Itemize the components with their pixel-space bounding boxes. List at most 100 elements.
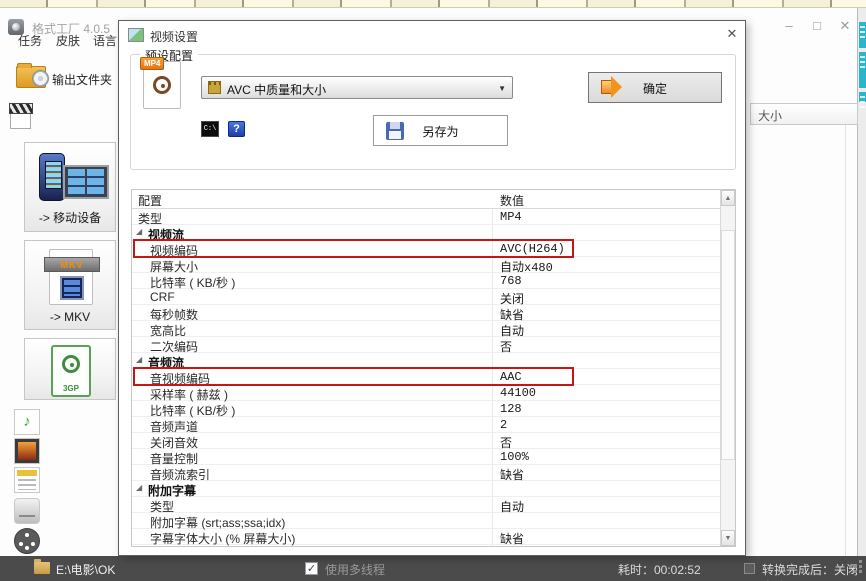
table-rows: 类型MP4◢视频流视频编码AVC(H264)屏幕大小自动x480比特率 ( KB… [132,209,720,546]
config-section-row[interactable]: ◢视频流 [132,225,720,241]
convert-to-mkv-button[interactable]: MKV -> MKV [24,240,116,330]
table-scrollbar[interactable]: ▲ ▼ [720,190,735,546]
menu-language[interactable]: 语言 [89,30,121,51]
config-row[interactable]: 二次编码否 [132,337,720,353]
close-button[interactable]: ✕ [834,17,856,34]
config-row[interactable]: 宽高比自动 [132,321,720,337]
dialog-title: 视频设置 [150,28,198,45]
size-column-header[interactable]: 大小 [750,103,846,125]
convert-to-3gp-button[interactable]: 3GP [24,338,116,400]
multithread-label[interactable]: 使用多线程 [325,561,385,578]
video-clapper-icon[interactable] [10,104,31,129]
config-row[interactable]: 音频流索引缺省 [132,465,720,481]
section-expand-icon[interactable]: ◢ [136,227,142,236]
config-column-header: 配置 [138,192,162,209]
shutdown-label[interactable]: 转换完成后：关闭电脑 [762,561,866,581]
config-row[interactable]: 类型MP4 [132,209,720,225]
value-column-header: 数值 [500,192,524,209]
preset-dropdown[interactable]: AVC 中质量和大小 ▼ [201,76,513,99]
config-section-row[interactable]: ◢音频流 [132,353,720,369]
config-value: 768 [500,274,522,288]
empty-column-header [845,103,858,125]
screen: 格式工厂 4.0.5 – □ ✕ 任务 皮肤 语言 输出文件夹 -> 移动设备 … [0,0,866,581]
background-window-fragment [859,92,866,102]
scrollbar-thumb[interactable] [721,230,735,460]
film-icon [208,81,221,94]
elapsed-time: 耗时：00:02:52 [618,561,701,578]
config-row[interactable]: 附加字幕 (srt;ass;ssa;idx) [132,513,720,529]
dialog-close-icon[interactable]: ✕ [722,25,742,43]
ok-button-label: 确定 [589,80,721,97]
rom-device-category-icon[interactable] [14,498,40,524]
film-reel-icon [153,76,171,94]
output-path-folder-icon[interactable] [34,562,50,574]
config-row[interactable]: 音量控制100% [132,449,720,465]
config-section-row[interactable]: ◢附加字幕 [132,481,720,497]
config-value: 2 [500,418,507,432]
config-table: 配置 数值 类型MP4◢视频流视频编码AVC(H264)屏幕大小自动x480比特… [131,189,736,547]
config-row[interactable]: 屏幕大小自动x480 [132,257,720,273]
config-row[interactable]: 音频声道2 [132,417,720,433]
3gp-file-icon: 3GP [51,345,91,397]
save-as-button[interactable]: 另存为 [373,115,508,146]
preset-selected-value: AVC 中质量和大小 [227,81,326,98]
scroll-up-icon[interactable]: ▲ [721,190,735,206]
device-button-label: -> MKV [25,310,115,324]
command-line-icon[interactable]: C:\ [201,121,219,137]
mp4-file-icon: MP4 [143,61,181,109]
section-expand-icon[interactable]: ◢ [136,483,142,492]
output-folder-icon[interactable] [16,66,46,88]
help-icon[interactable]: ? [228,121,245,137]
shutdown-checkbox[interactable] [744,563,755,574]
film-frame-icon [60,276,84,300]
config-row[interactable]: 类型自动 [132,497,720,513]
convert-to-mobile-button[interactable]: -> 移动设备 [24,142,116,232]
mkv-badge: MKV [44,257,100,272]
config-value: 缺省 [500,530,524,547]
scroll-down-icon[interactable]: ▼ [721,530,735,546]
maximize-button[interactable]: □ [806,17,828,34]
audio-category-icon[interactable]: ♪ [14,409,40,435]
config-value: AVC(H264) [500,242,565,256]
config-row[interactable]: 视频编码AVC(H264) [132,241,720,257]
film-reel-icon [62,355,80,373]
save-as-label: 另存为 [374,123,507,140]
output-path[interactable]: E:\电影\OK [56,561,115,578]
config-row[interactable]: 关闭音效否 [132,433,720,449]
config-label: 字幕字体大小 (% 屏幕大小) [150,530,295,547]
table-header-row: 配置 数值 [132,190,720,209]
config-row[interactable]: CRF关闭 [132,289,720,305]
section-expand-icon[interactable]: ◢ [136,355,142,364]
mkv-file-icon: MKV [49,249,93,305]
video-settings-dialog: 视频设置 ✕ 预设配置 MP4 AVC 中质量和大小 ▼ 确定 C:\ ? 另存… [118,20,746,556]
menu-skin[interactable]: 皮肤 [52,30,84,51]
config-row[interactable]: 比特率 ( KB/秒 )768 [132,273,720,289]
config-value: AAC [500,370,522,384]
device-button-label: -> 移动设备 [25,209,115,226]
multithread-checkbox[interactable]: ✓ [305,562,318,575]
config-value: 128 [500,402,522,416]
background-window-fragment [859,52,866,88]
config-value: 100% [500,450,529,464]
config-value: 44100 [500,386,536,400]
document-category-icon[interactable] [14,467,40,493]
dialog-icon [128,28,144,42]
config-row[interactable]: 音视频编码AAC [132,369,720,385]
config-label: CRF [150,290,175,304]
minimize-button[interactable]: – [778,17,800,34]
config-row[interactable]: 采样率 ( 赫兹 )44100 [132,385,720,401]
list-grid-line [845,125,846,561]
output-folder-label[interactable]: 输出文件夹 [52,71,112,88]
resize-grip[interactable] [849,565,852,568]
status-bar: E:\电影\OK ✓ 使用多线程 耗时：00:02:52 转换完成后：关闭电脑 [0,556,866,581]
ok-button[interactable]: 确定 [588,72,722,103]
config-row[interactable]: 每秒帧数缺省 [132,305,720,321]
background-window-fragment [859,22,866,48]
picture-category-icon[interactable] [14,438,40,464]
config-row[interactable]: 字幕字体大小 (% 屏幕大小) 缺省 [132,529,720,545]
mobile-phone-icon [39,153,65,201]
config-row[interactable]: 比特率 ( KB/秒 )128 [132,401,720,417]
advanced-category-icon[interactable] [14,528,40,554]
menu-tasks[interactable]: 任务 [14,30,46,51]
filmstrip-icon [63,165,109,199]
